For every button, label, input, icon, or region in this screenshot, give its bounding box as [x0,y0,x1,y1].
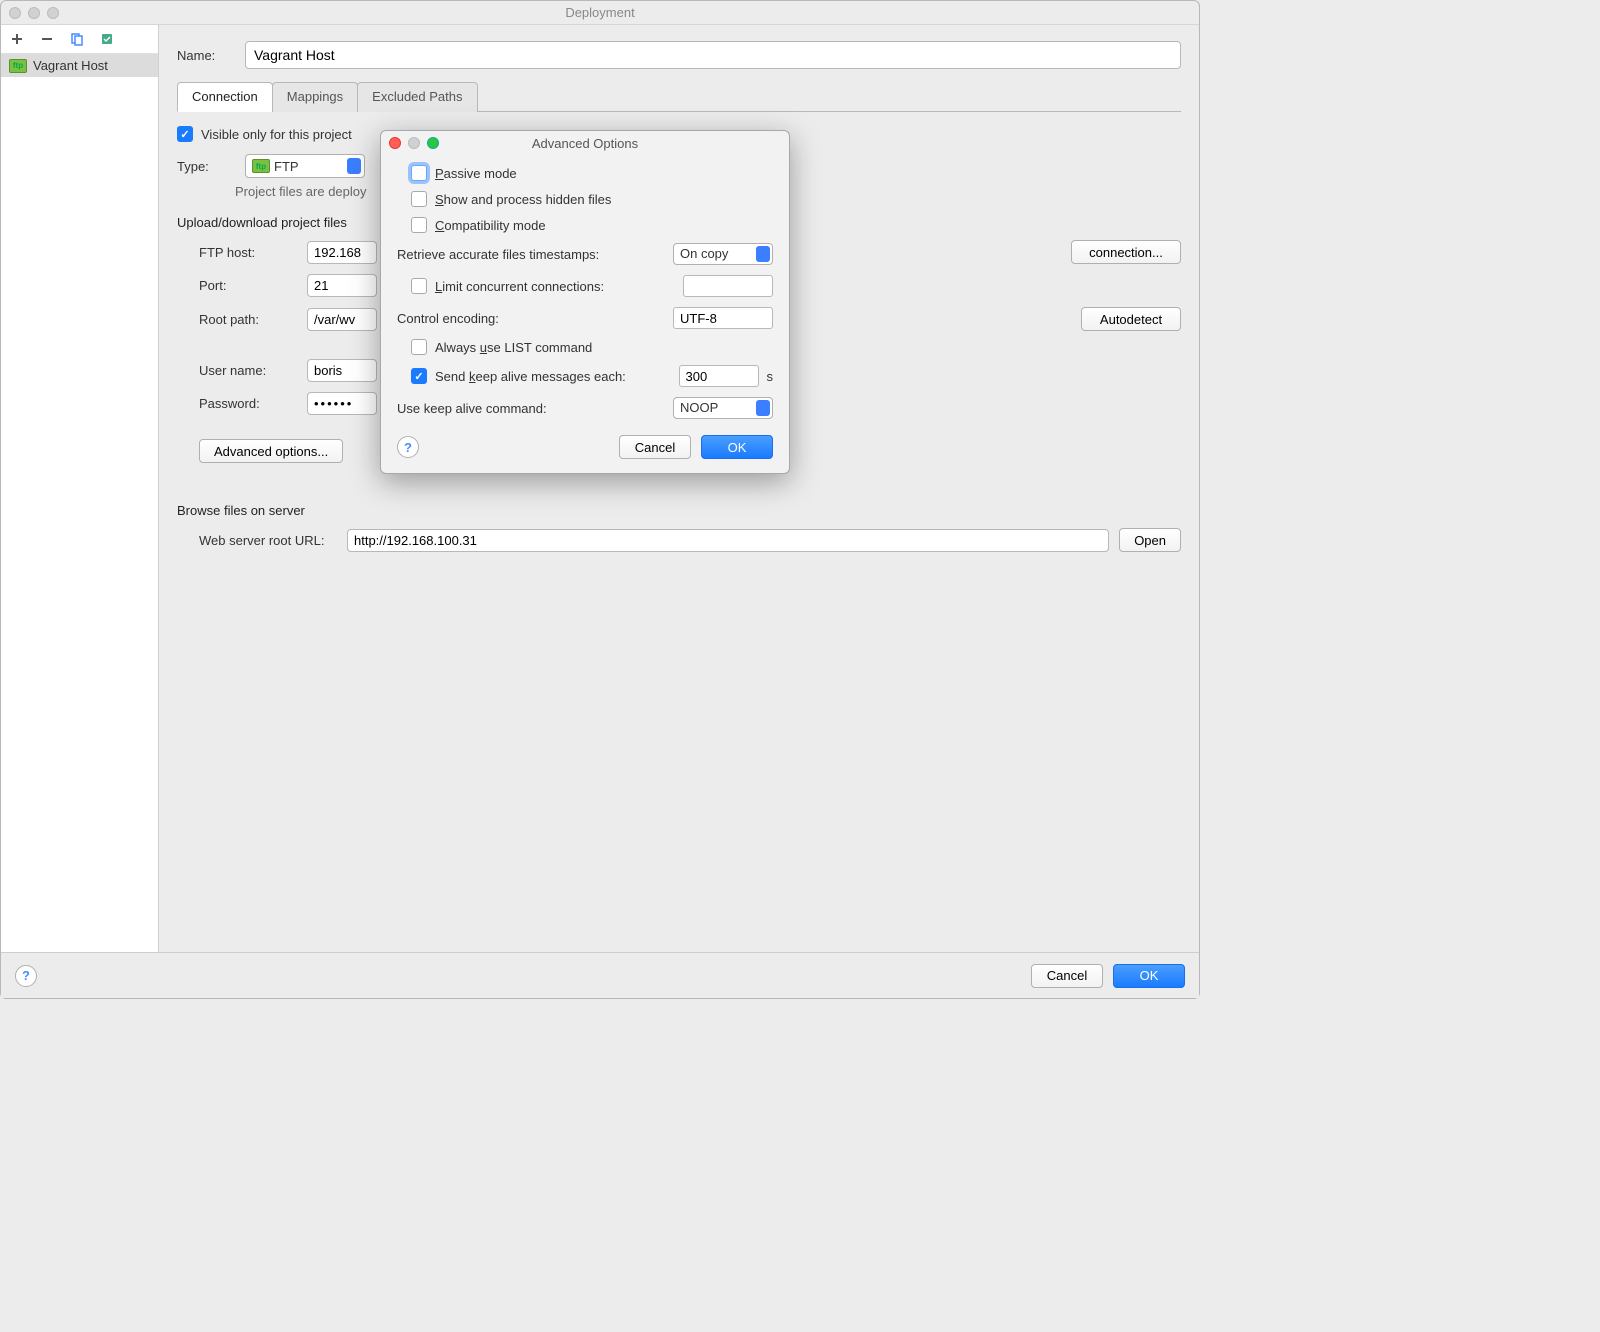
keepalive-label: Send keep alive messages each: [435,369,671,384]
ok-button[interactable]: OK [1113,964,1185,988]
always-list-label: Always use LIST command [435,340,592,355]
footer: ? Cancel OK [1,952,1199,998]
ftp-host-label: FTP host: [177,245,297,260]
limit-connections-input[interactable] [683,275,773,297]
remove-icon[interactable] [39,31,55,47]
web-root-label: Web server root URL: [177,533,337,548]
retrieve-timestamps-select[interactable]: On copy [673,243,773,265]
retrieve-timestamps-label: Retrieve accurate files timestamps: [397,247,665,262]
keepalive-checkbox[interactable] [411,368,427,384]
port-input[interactable] [307,274,377,297]
ftp-icon: ftp [252,159,270,173]
limit-connections-label: Limit concurrent connections: [435,279,675,294]
name-input[interactable] [245,41,1181,69]
visible-only-label: Visible only for this project [201,127,352,142]
show-hidden-checkbox[interactable] [411,191,427,207]
tabs: Connection Mappings Excluded Paths [177,81,1181,112]
tab-connection[interactable]: Connection [177,82,273,112]
root-path-label: Root path: [177,312,297,327]
sidebar-item-label: Vagrant Host [33,58,108,73]
autodetect-button[interactable]: Autodetect [1081,307,1181,331]
copy-icon[interactable] [69,31,85,47]
always-list-checkbox[interactable] [411,339,427,355]
show-hidden-label: Show and process hidden files [435,192,611,207]
keepalive-cmd-select[interactable]: NOOP [673,397,773,419]
modal-ok-button[interactable]: OK [701,435,773,459]
default-icon[interactable] [99,31,115,47]
help-icon[interactable]: ? [15,965,37,987]
add-icon[interactable] [9,31,25,47]
modal-cancel-button[interactable]: Cancel [619,435,691,459]
user-name-input[interactable] [307,359,377,382]
encoding-label: Control encoding: [397,311,665,326]
sidebar: ftp Vagrant Host [1,25,159,952]
modal-titlebar: Advanced Options [381,131,789,155]
tab-excluded-paths[interactable]: Excluded Paths [357,82,477,112]
ftp-host-input[interactable] [307,241,377,264]
limit-connections-checkbox[interactable] [411,278,427,294]
browse-section-title: Browse files on server [177,503,1181,518]
password-input[interactable] [307,392,377,415]
type-label: Type: [177,159,235,174]
name-label: Name: [177,48,235,63]
tab-mappings[interactable]: Mappings [272,82,358,112]
advanced-options-button[interactable]: Advanced options... [199,439,343,463]
web-root-input[interactable] [347,529,1109,552]
root-path-input[interactable] [307,308,377,331]
passive-mode-label: Passive mode [435,166,517,181]
test-connection-button[interactable]: connection... [1071,240,1181,264]
keepalive-input[interactable] [679,365,759,387]
modal-help-icon[interactable]: ? [397,436,419,458]
passive-mode-checkbox[interactable] [411,165,427,181]
user-name-label: User name: [177,363,297,378]
advanced-options-modal: Advanced Options Passive mode Show and p… [380,130,790,474]
window-title: Deployment [1,5,1199,20]
keepalive-cmd-label: Use keep alive command: [397,401,665,416]
ftp-icon: ftp [9,59,27,73]
compat-mode-checkbox[interactable] [411,217,427,233]
sidebar-item-vagrant-host[interactable]: ftp Vagrant Host [1,54,158,77]
modal-title: Advanced Options [381,136,789,151]
cancel-button[interactable]: Cancel [1031,964,1103,988]
titlebar: Deployment [1,1,1199,25]
sidebar-toolbar [1,25,158,54]
keepalive-unit: s [767,369,774,384]
type-value: FTP [274,159,299,174]
visible-only-checkbox[interactable] [177,126,193,142]
compat-mode-label: Compatibility mode [435,218,546,233]
encoding-input[interactable] [673,307,773,329]
open-button[interactable]: Open [1119,528,1181,552]
password-label: Password: [177,396,297,411]
port-label: Port: [177,278,297,293]
type-select[interactable]: ftp FTP [245,154,365,178]
